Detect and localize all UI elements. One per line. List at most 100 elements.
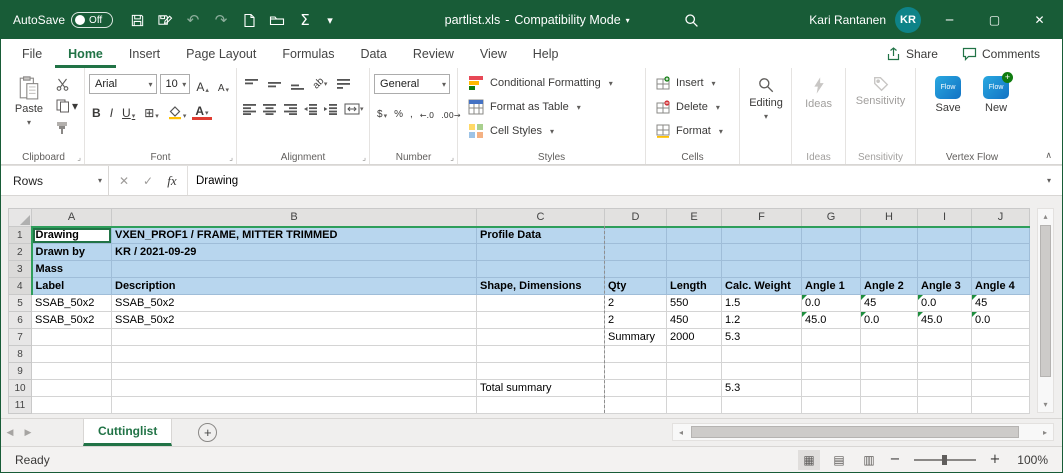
expand-formula-bar-button[interactable]: ▾ <box>1036 166 1062 195</box>
cell-B2[interactable]: KR / 2021-09-29 <box>112 244 477 261</box>
tab-insert[interactable]: Insert <box>116 39 173 68</box>
cell-J3[interactable] <box>972 261 1030 278</box>
cell-D2[interactable] <box>605 244 667 261</box>
save-as-button[interactable] <box>151 1 179 39</box>
document-title[interactable]: partlist.xls - Compatibility Mode ▾ <box>445 13 630 27</box>
horizontal-scroll-track[interactable] <box>689 424 1037 440</box>
open-file-button[interactable] <box>263 1 291 39</box>
tab-page-layout[interactable]: Page Layout <box>173 39 269 68</box>
clipboard-dialog-launcher[interactable]: ⌟ <box>77 153 81 162</box>
cell-D1[interactable] <box>605 227 667 244</box>
cell-F8[interactable] <box>722 346 802 363</box>
cell-G1[interactable] <box>802 227 861 244</box>
cell-D8[interactable] <box>605 346 667 363</box>
cell-C8[interactable] <box>477 346 605 363</box>
increase-decimal-button[interactable]: ←.0 <box>417 100 437 120</box>
font-color-button[interactable]: A▾ <box>192 100 211 120</box>
cell-G7[interactable] <box>802 329 861 346</box>
zoom-slider-knob[interactable] <box>942 455 947 465</box>
cell-A7[interactable] <box>32 329 112 346</box>
cell-I3[interactable] <box>918 261 972 278</box>
select-all-button[interactable] <box>9 209 32 227</box>
cell-B8[interactable] <box>112 346 477 363</box>
cell-J6[interactable]: 0.0 <box>972 312 1030 329</box>
comma-style-button[interactable]: , <box>407 100 416 120</box>
cell-I11[interactable] <box>918 397 972 414</box>
cell-H7[interactable] <box>861 329 918 346</box>
cell-B9[interactable] <box>112 363 477 380</box>
cell-E8[interactable] <box>667 346 722 363</box>
font-size-combo[interactable]: 10▾ <box>160 74 191 94</box>
italic-button[interactable]: I <box>107 100 116 120</box>
cell-I1[interactable] <box>918 227 972 244</box>
align-center-button[interactable] <box>261 99 278 118</box>
view-page-break-button[interactable]: ▥ <box>858 450 880 470</box>
cell-I2[interactable] <box>918 244 972 261</box>
align-right-button[interactable] <box>282 99 299 118</box>
cell-E1[interactable] <box>667 227 722 244</box>
cell-H10[interactable] <box>861 380 918 397</box>
customize-qat-button[interactable]: ▾ <box>319 1 341 39</box>
cell-E11[interactable] <box>667 397 722 414</box>
cell-B3[interactable] <box>112 261 477 278</box>
cell-G2[interactable] <box>802 244 861 261</box>
cell-G3[interactable] <box>802 261 861 278</box>
cell-C5[interactable] <box>477 295 605 312</box>
insert-cells-button[interactable]: Insert▾ <box>650 71 735 95</box>
cell-H9[interactable] <box>861 363 918 380</box>
number-dialog-launcher[interactable]: ⌟ <box>450 153 454 162</box>
cell-E4[interactable]: Length <box>667 278 722 295</box>
cell-E6[interactable]: 450 <box>667 312 722 329</box>
cell-F1[interactable] <box>722 227 802 244</box>
format-cells-button[interactable]: Format▾ <box>650 119 735 143</box>
cell-H8[interactable] <box>861 346 918 363</box>
cell-D7[interactable]: Summary <box>605 329 667 346</box>
view-normal-button[interactable]: ▦ <box>798 450 820 470</box>
cell-I7[interactable] <box>918 329 972 346</box>
comments-button[interactable]: Comments <box>952 39 1050 68</box>
cell-H11[interactable] <box>861 397 918 414</box>
scroll-right-button[interactable]: ▸ <box>1037 428 1053 437</box>
format-as-table-button[interactable]: Format as Table▾ <box>462 95 641 119</box>
cell-E3[interactable] <box>667 261 722 278</box>
cell-G11[interactable] <box>802 397 861 414</box>
row-header-5[interactable]: 5 <box>9 295 32 312</box>
cell-A6[interactable]: SSAB_50x2 <box>32 312 112 329</box>
scroll-down-button[interactable]: ▾ <box>1038 397 1053 412</box>
cell-J10[interactable] <box>972 380 1030 397</box>
editing-button[interactable]: Editing ▾ <box>744 71 788 123</box>
column-header-E[interactable]: E <box>667 209 722 227</box>
wrap-text-button[interactable] <box>333 74 353 93</box>
row-header-11[interactable]: 11 <box>9 397 32 414</box>
cell-F5[interactable]: 1.5 <box>722 295 802 312</box>
column-header-D[interactable]: D <box>605 209 667 227</box>
autosum-button[interactable]: Σ <box>291 1 319 39</box>
zoom-in-button[interactable]: + <box>988 452 1002 467</box>
scroll-left-button[interactable]: ◂ <box>673 428 689 437</box>
cell-E5[interactable]: 550 <box>667 295 722 312</box>
cell-D3[interactable] <box>605 261 667 278</box>
cell-E2[interactable] <box>667 244 722 261</box>
user-name[interactable]: Kari Rantanen <box>809 13 886 27</box>
cell-H4[interactable]: Angle 2 <box>861 278 918 295</box>
align-middle-button[interactable] <box>264 74 284 93</box>
cell-F3[interactable] <box>722 261 802 278</box>
align-left-button[interactable] <box>241 99 258 118</box>
scroll-up-button[interactable]: ▴ <box>1038 209 1053 224</box>
cell-B4[interactable]: Description <box>112 278 477 295</box>
cell-H6[interactable]: 0.0 <box>861 312 918 329</box>
save-button[interactable] <box>123 1 151 39</box>
tab-data[interactable]: Data <box>347 39 399 68</box>
borders-button[interactable]: ⊞▾ <box>141 100 162 120</box>
cell-C1[interactable]: Profile Data <box>477 227 605 244</box>
new-file-button[interactable] <box>235 1 263 39</box>
cell-C7[interactable] <box>477 329 605 346</box>
tab-formulas[interactable]: Formulas <box>269 39 347 68</box>
zoom-level[interactable]: 100% <box>1010 453 1048 467</box>
grow-font-button[interactable]: A▴ <box>193 74 212 94</box>
cell-A1[interactable]: Drawing <box>32 227 112 244</box>
sheet-nav-left-button[interactable]: ◀ <box>1 419 19 446</box>
row-header-1[interactable]: 1 <box>9 227 32 244</box>
row-header-2[interactable]: 2 <box>9 244 32 261</box>
autosave-switch[interactable]: Off <box>71 12 113 28</box>
